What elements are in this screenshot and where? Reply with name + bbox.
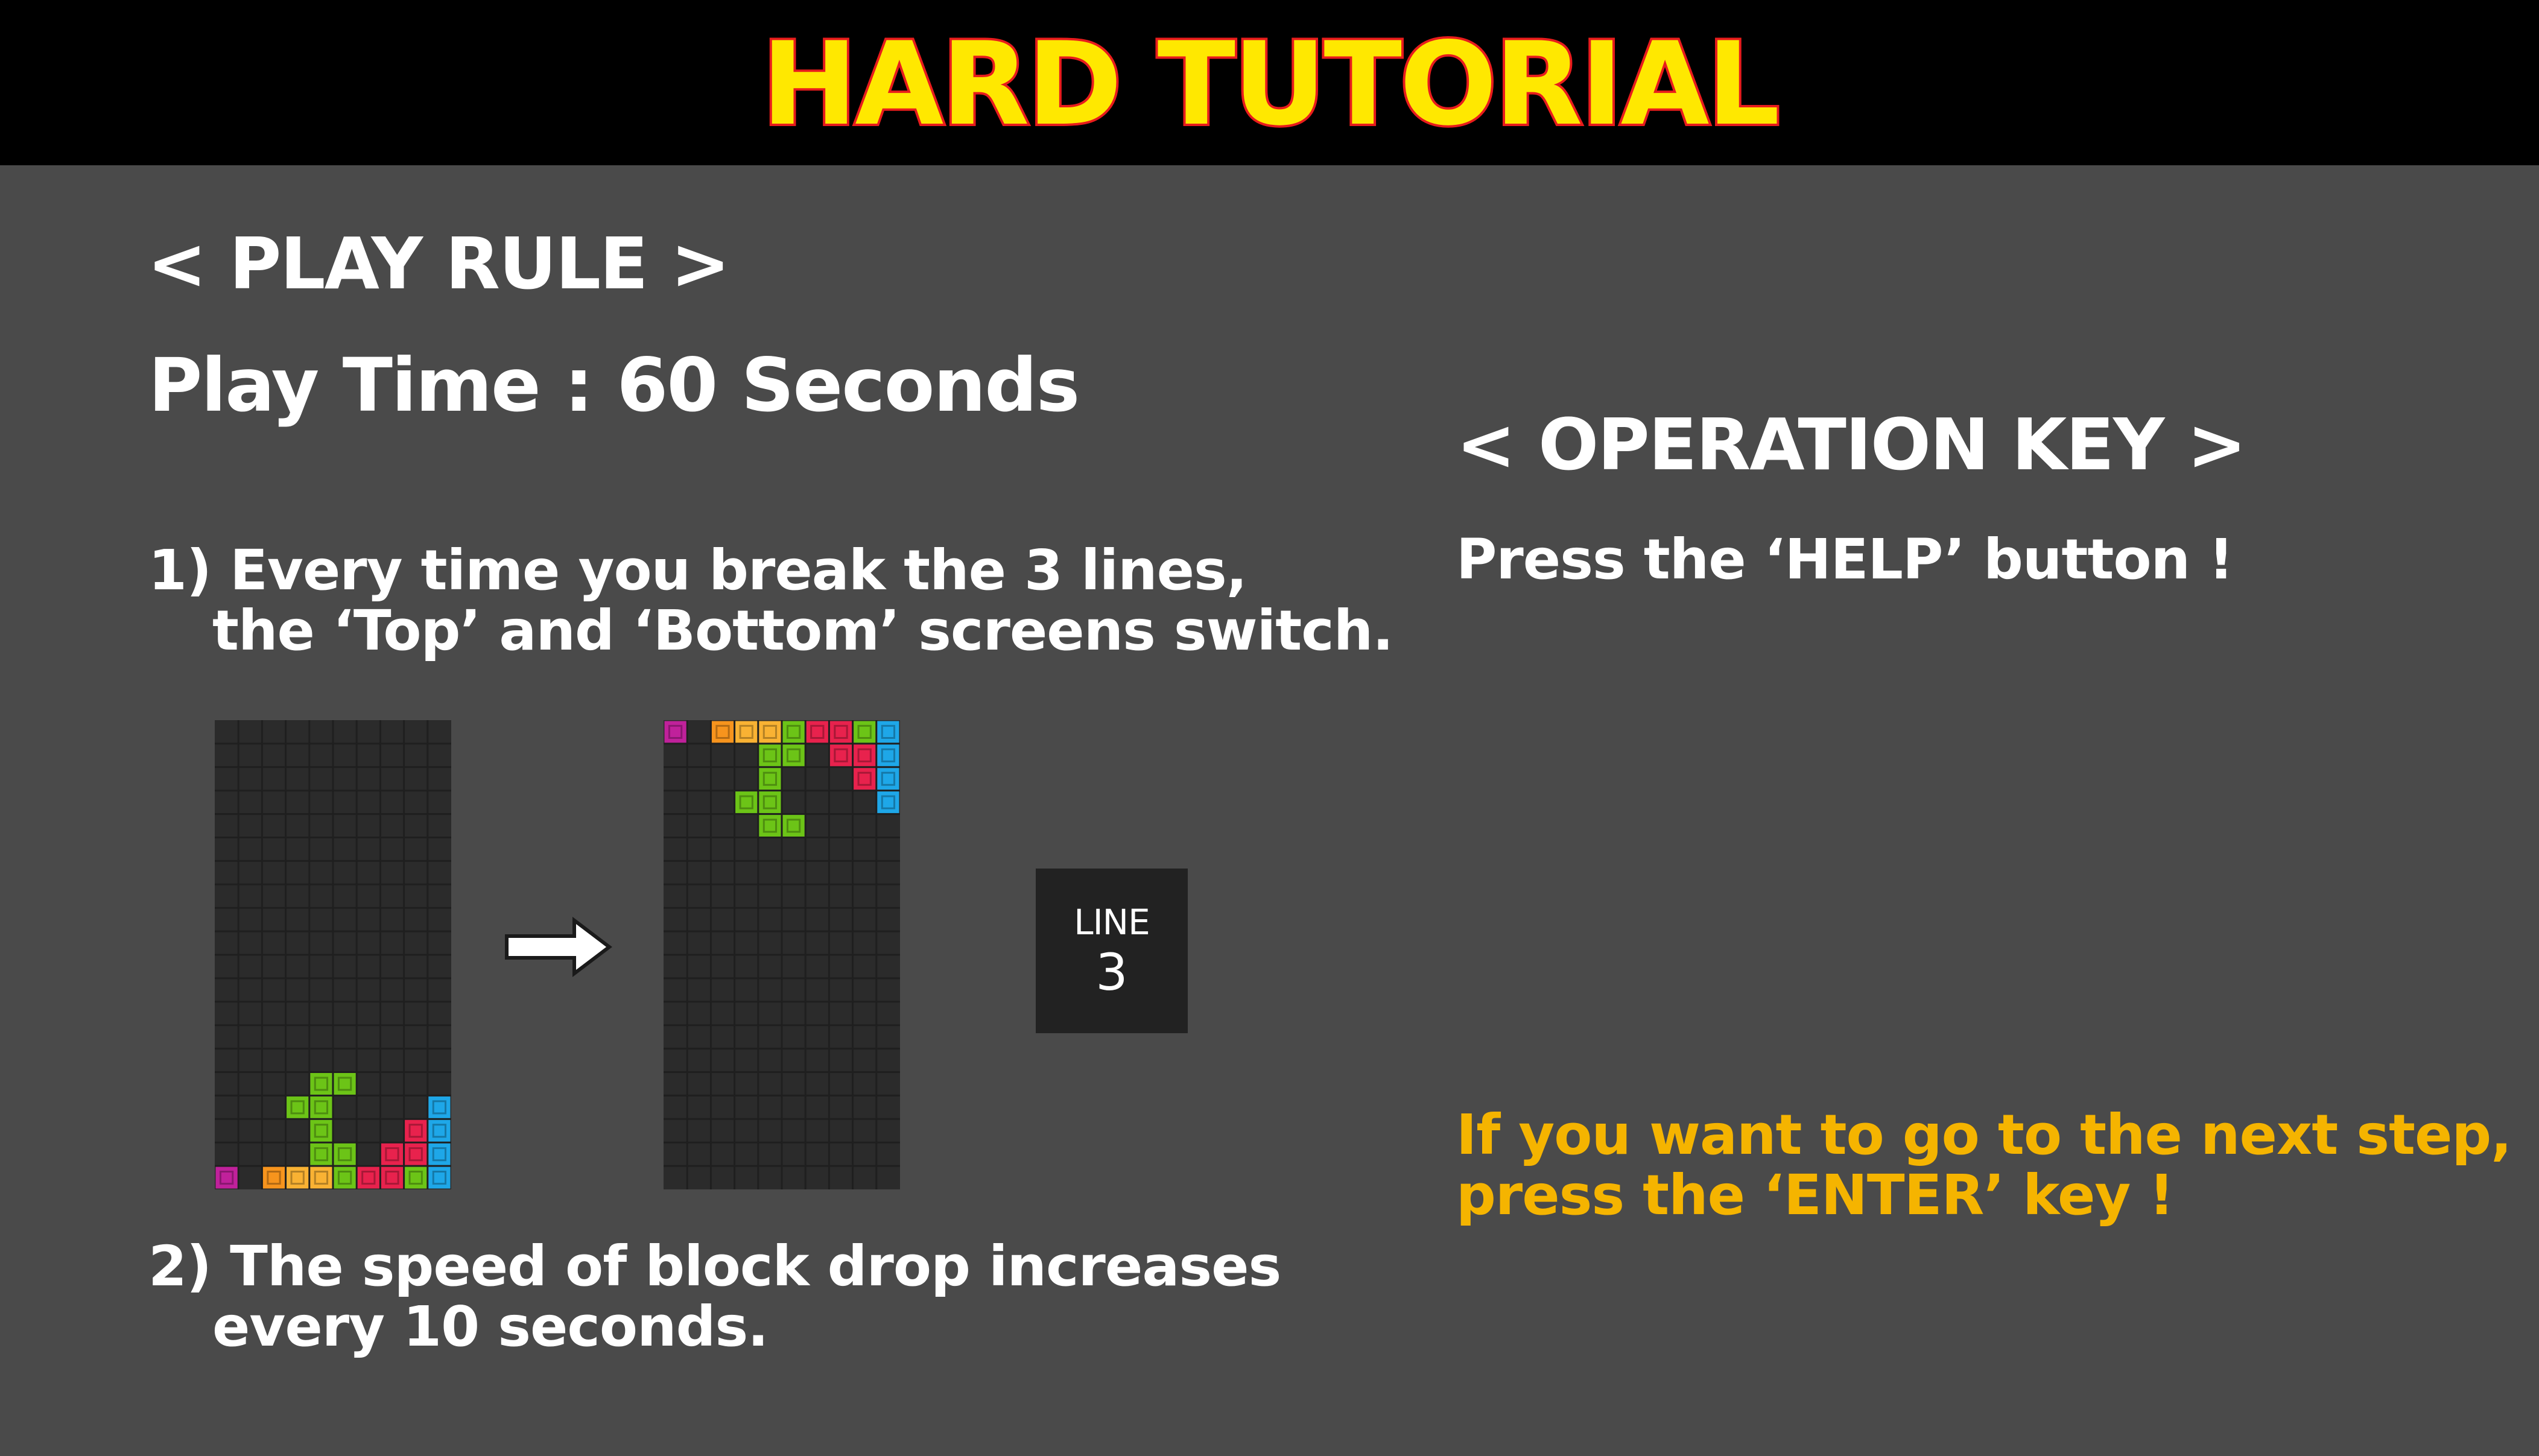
right-arrow-icon [504, 916, 613, 980]
board-after-block [664, 721, 686, 743]
board-after-block [735, 721, 758, 743]
board-after-block [877, 768, 899, 790]
board-before-block [287, 1096, 309, 1118]
next-step-instruction: If you want to go to the next step, pres… [1456, 1103, 2512, 1227]
board-after-block [759, 815, 781, 837]
board-after-block [829, 744, 852, 767]
board-before-block [310, 1143, 332, 1165]
board-after-block [806, 721, 828, 743]
board-before-block [334, 1166, 356, 1189]
board-after-block [782, 815, 805, 837]
line-counter-value: 3 [1095, 942, 1128, 1002]
board-before-block [215, 1166, 238, 1189]
board-before-block [310, 1073, 332, 1095]
board-after-switch [664, 720, 900, 1189]
board-after-block [711, 721, 734, 743]
board-before-block [287, 1166, 309, 1189]
board-before-block [310, 1119, 332, 1142]
board-before-block [334, 1073, 356, 1095]
board-after-block [759, 768, 781, 790]
next-step-line-2: press the ‘ENTER’ key ! [1456, 1163, 2174, 1227]
board-after-block [782, 744, 805, 767]
line-counter: LINE 3 [1036, 869, 1188, 1033]
board-after-block [829, 721, 852, 743]
tutorial-screen: HARD TUTORIAL < PLAY RULE > Play Time : … [0, 0, 2539, 1456]
help-instruction: Press the ‘HELP’ button ! [1456, 527, 2234, 592]
rule-2-line-1: 2) The speed of block drop increases [148, 1234, 1281, 1299]
board-before-block [428, 1143, 451, 1165]
board-after-block [854, 768, 876, 790]
board-before-block [310, 1096, 332, 1118]
header-bar: HARD TUTORIAL [0, 0, 2539, 165]
line-counter-label: LINE [1074, 901, 1150, 943]
board-after-grid [664, 720, 900, 1189]
board-before-block [405, 1166, 427, 1189]
next-step-line-1: If you want to go to the next step, [1456, 1103, 2512, 1167]
rule-1-line-2: the ‘Top’ and ‘Bottom’ screens switch. [212, 598, 1393, 663]
page-title: HARD TUTORIAL [759, 17, 1782, 151]
board-before-block [310, 1166, 332, 1189]
board-after-block [877, 744, 899, 767]
rule-1: 1) Every time you break the 3 lines, the… [148, 540, 1393, 661]
board-after-block [735, 791, 758, 814]
board-before-block [381, 1166, 404, 1189]
board-after-block [759, 744, 781, 767]
board-after-block [877, 791, 899, 814]
rule-1-line-1: 1) Every time you break the 3 lines, [148, 538, 1247, 603]
board-after-block [877, 721, 899, 743]
board-before-block [334, 1143, 356, 1165]
operation-key-title: < OPERATION KEY > [1456, 403, 2246, 486]
board-after-block [759, 721, 781, 743]
board-after-block [782, 721, 805, 743]
board-before-block [357, 1166, 379, 1189]
board-after-block [854, 744, 876, 767]
board-after-block [759, 791, 781, 814]
board-before-block [262, 1166, 285, 1189]
board-before-block [428, 1166, 451, 1189]
rule-2-line-2: every 10 seconds. [212, 1294, 769, 1359]
board-after-block [854, 721, 876, 743]
board-before-block [405, 1143, 427, 1165]
board-before-block [428, 1096, 451, 1118]
board-before-switch [215, 720, 451, 1189]
board-before-grid [215, 720, 451, 1189]
play-rule-title: < PLAY RULE > [147, 222, 731, 305]
board-before-block [405, 1119, 427, 1142]
board-before-block [428, 1119, 451, 1142]
play-time-text: Play Time : 60 Seconds [148, 343, 1080, 428]
board-before-block [381, 1143, 404, 1165]
rule-2: 2) The speed of block drop increases eve… [148, 1236, 1281, 1357]
